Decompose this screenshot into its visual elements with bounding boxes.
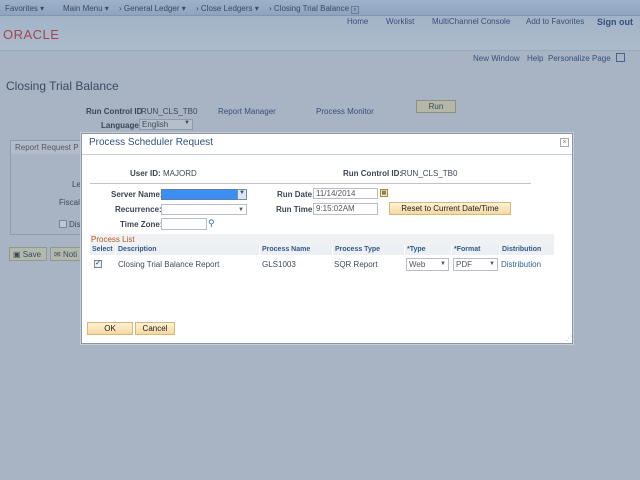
run-button[interactable]: Run <box>416 100 456 113</box>
chevron-down-icon: ▼ <box>184 120 190 126</box>
reset-date-time-button[interactable]: Reset to Current Date/Time <box>389 202 511 215</box>
dis-checkbox[interactable] <box>59 220 67 228</box>
worklist-link[interactable]: Worklist <box>386 17 414 26</box>
page-icon: ⌕ <box>351 6 359 14</box>
run-control-value: RUN_CLS_TB0 <box>141 107 198 116</box>
row-description: Closing Trial Balance Report <box>118 260 220 269</box>
chevron-down-icon: ▼ <box>440 261 446 267</box>
recurrence-label: Recurrence: <box>115 205 162 214</box>
col-select: Select <box>90 245 115 255</box>
field-fiscal-label: Fiscal <box>59 198 80 207</box>
run-control-id-label: Run Control ID: <box>343 169 403 178</box>
col-format: *Format <box>452 245 499 255</box>
close-icon[interactable]: × <box>560 138 569 147</box>
favorites-menu[interactable]: Favorites ▾ <box>5 4 44 13</box>
oracle-logo: ORACLE <box>3 27 60 42</box>
run-time-label: Run Time: <box>276 205 315 214</box>
notify-icon: ✉ <box>54 250 61 259</box>
language-select[interactable]: English ▼ <box>139 119 193 130</box>
col-type: *Type <box>405 245 451 255</box>
recurrence-select[interactable]: ▼ <box>161 204 247 215</box>
add-to-favorites-link[interactable]: Add to Favorites <box>526 17 584 26</box>
chevron-down-icon: ▼ <box>489 261 495 267</box>
run-date-input[interactable]: 11/14/2014 <box>313 188 378 199</box>
language-label: Language <box>101 121 139 130</box>
dialog-title: Process Scheduler Request <box>89 137 213 148</box>
server-name-select[interactable] <box>161 189 247 200</box>
multichannel-console-link[interactable]: MultiChannel Console <box>432 17 510 26</box>
type-value: Web <box>409 260 426 269</box>
breadcrumb-close-ledgers[interactable]: › Close Ledgers ▾ <box>196 4 259 13</box>
cancel-button[interactable]: Cancel <box>135 322 175 335</box>
user-id-value: MAJORD <box>163 169 197 178</box>
row-select-checkbox[interactable]: ✓ <box>94 260 102 268</box>
run-control-label: Run Control ID <box>86 107 143 116</box>
page-title: Closing Trial Balance <box>6 79 119 93</box>
home-link[interactable]: Home <box>347 17 368 26</box>
resize-handle-icon[interactable]: ⋰ <box>566 335 572 342</box>
chevron-down-icon[interactable]: ▼ <box>237 189 247 200</box>
grid-icon[interactable] <box>616 53 625 62</box>
header: Home Worklist MultiChannel Console Add t… <box>0 16 640 50</box>
group-title: Report Request P <box>11 141 89 154</box>
language-value: English <box>142 120 169 129</box>
time-zone-label: Time Zone: <box>120 220 163 229</box>
chevron-down-icon: ▼ <box>238 207 244 213</box>
row-process-name: GLS1003 <box>262 260 296 269</box>
col-process-name: Process Name <box>260 245 332 255</box>
col-process-type: Process Type <box>333 245 404 255</box>
run-date-label: Run Date: <box>277 190 315 199</box>
run-time-input[interactable]: 9:15:02AM <box>313 203 378 215</box>
title-divider <box>82 154 572 155</box>
ok-button[interactable]: OK <box>87 322 133 335</box>
server-name-label: Server Name: <box>111 190 163 199</box>
main-menu-label: Main Menu <box>63 4 103 13</box>
save-icon: ▣ <box>13 250 21 259</box>
search-icon[interactable]: ⚲ <box>208 218 215 229</box>
save-button[interactable]: ▣ Save <box>9 247 47 261</box>
close-ledgers-label: Close Ledgers <box>200 4 253 13</box>
current-page-label: Closing Trial Balance <box>273 4 350 13</box>
user-id-label: User ID: <box>130 169 161 178</box>
breadcrumb-current: › Closing Trial Balance ⌕ <box>269 4 359 14</box>
col-distribution: Distribution <box>500 245 554 255</box>
personalize-page-link[interactable]: Personalize Page <box>548 54 611 63</box>
distribution-link[interactable]: Distribution <box>501 260 541 269</box>
process-scheduler-dialog: Process Scheduler Request × User ID: MAJ… <box>81 133 573 344</box>
calendar-icon[interactable]: ▦ <box>380 189 388 197</box>
report-manager-link[interactable]: Report Manager <box>218 107 276 116</box>
row-process-type: SQR Report <box>334 260 378 269</box>
breadcrumb-general-ledger[interactable]: › General Ledger ▾ <box>119 4 186 13</box>
divider <box>90 183 531 184</box>
divider <box>0 50 640 51</box>
process-monitor-link[interactable]: Process Monitor <box>316 107 374 116</box>
format-select[interactable]: PDF ▼ <box>453 258 498 271</box>
general-ledger-label: General Ledger <box>123 4 180 13</box>
new-window-link[interactable]: New Window <box>473 54 520 63</box>
type-select[interactable]: Web ▼ <box>406 258 449 271</box>
notify-label: Noti <box>62 250 78 259</box>
run-control-id-value: RUN_CLS_TB0 <box>401 169 458 178</box>
save-label: Save <box>22 250 42 259</box>
main-menu[interactable]: Main Menu ▾ <box>63 4 109 13</box>
field-le-label: Le <box>72 180 81 189</box>
sign-out-link[interactable]: Sign out <box>597 17 633 27</box>
top-nav-bar: Favorites ▾ Main Menu ▾ › General Ledger… <box>0 0 640 16</box>
col-description: Description <box>116 245 259 255</box>
process-list-title: Process List <box>90 234 554 245</box>
format-value: PDF <box>456 260 472 269</box>
help-link[interactable]: Help <box>527 54 543 63</box>
dis-checkbox-label: Dis <box>69 220 81 229</box>
favorites-label: Favorites <box>5 4 38 13</box>
time-zone-input[interactable] <box>161 218 207 230</box>
